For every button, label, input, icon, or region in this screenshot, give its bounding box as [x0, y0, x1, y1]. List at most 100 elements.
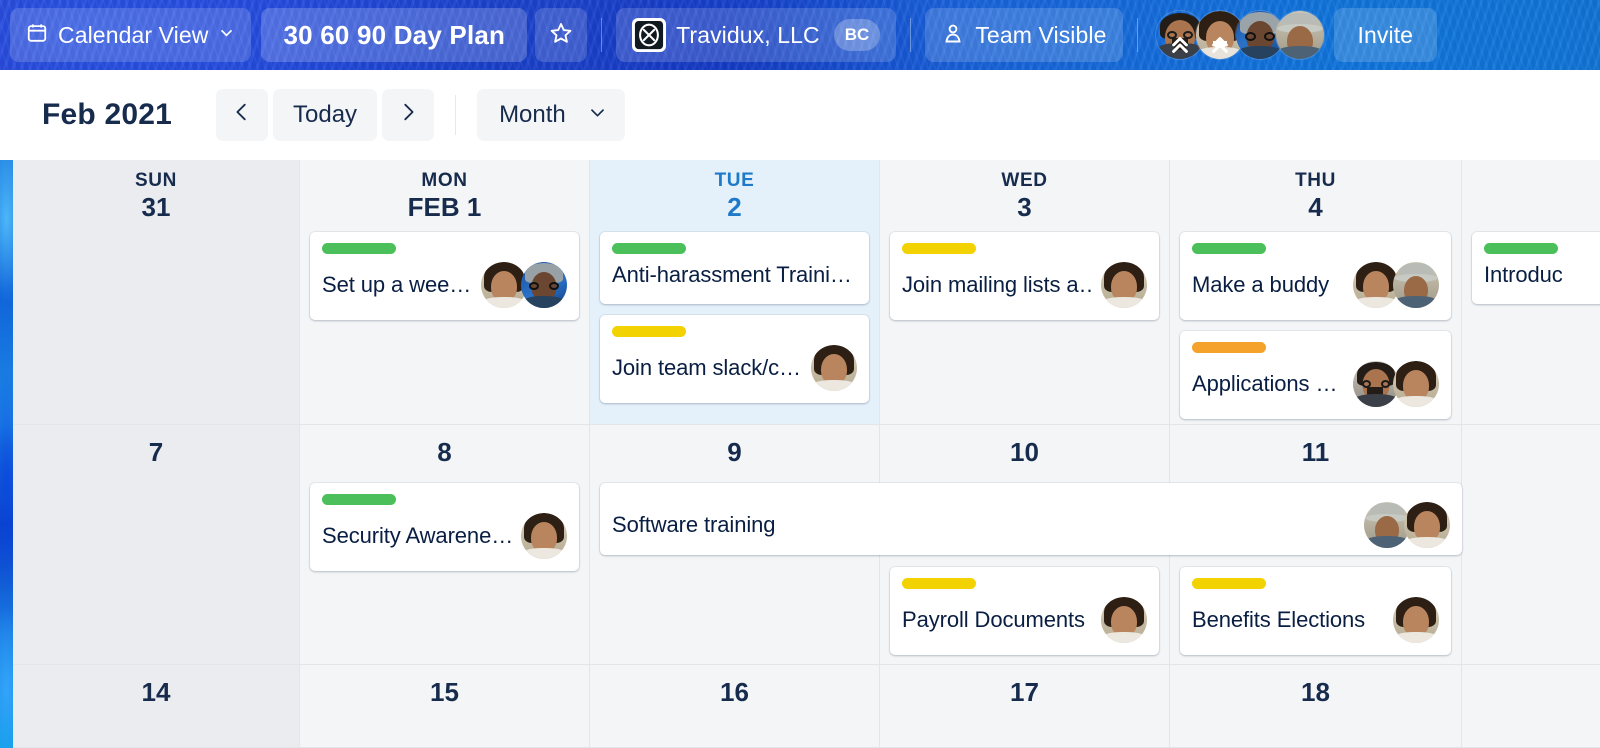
next-period-button[interactable]: [382, 89, 435, 141]
day-cell-mon-1[interactable]: MON FEB 1 Set up a wee…: [300, 160, 590, 424]
event-card-span[interactable]: Software training: [600, 483, 1462, 555]
day-number: 3: [1017, 192, 1032, 223]
event-card[interactable]: Payroll Documents: [890, 567, 1159, 655]
event-card[interactable]: Introduc: [1472, 232, 1600, 304]
event-label-tag: [1192, 243, 1266, 254]
event-card[interactable]: Anti-harassment Traini…: [600, 232, 869, 304]
avatar[interactable]: [1275, 11, 1324, 59]
day-cell-7[interactable]: 7: [13, 425, 300, 664]
day-number: 17: [1010, 677, 1039, 707]
calendar-icon: [26, 22, 48, 49]
day-header: TUE 2: [590, 170, 879, 222]
day-cell-18[interactable]: 18: [1170, 665, 1462, 747]
toolbar-divider: [455, 95, 457, 135]
view-scale-select[interactable]: Month: [477, 89, 625, 141]
calendar-toolbar: Feb 2021 Today Month: [0, 70, 1600, 160]
day-cell-fri-5[interactable]: Introduc: [1462, 160, 1600, 424]
event-members: [1353, 262, 1439, 308]
avatar: [1393, 597, 1439, 643]
event-label-tag: [902, 243, 976, 254]
calendar-week-row: 14 15 16 17 18: [13, 665, 1600, 748]
event-members: [811, 345, 857, 391]
day-cell-14[interactable]: 14: [13, 665, 300, 747]
day-number: 14: [141, 677, 171, 707]
day-number: 18: [1301, 677, 1330, 707]
event-label-tag: [1484, 243, 1558, 254]
event-members: [1353, 361, 1439, 407]
avatar: [1101, 262, 1147, 308]
event-members: [521, 513, 567, 559]
event-card[interactable]: Make a buddy: [1180, 232, 1451, 320]
day-events: Payroll Documents: [880, 567, 1169, 666]
day-number: 10: [1010, 437, 1039, 467]
day-number: 31: [141, 192, 171, 223]
chevron-left-icon: [231, 101, 253, 130]
nav-group: Today Month: [216, 89, 625, 141]
board-title[interactable]: 30 60 90 Day Plan: [261, 8, 528, 62]
day-cell-16[interactable]: 16: [590, 665, 880, 747]
event-title: Software training: [612, 512, 776, 537]
day-cell-12[interactable]: [1462, 425, 1600, 664]
prev-period-button[interactable]: [216, 89, 269, 141]
event-title: Benefits Elections: [1192, 607, 1366, 632]
calendar-grid: SUN 31 MON FEB 1 Set up a wee… TUE 2 Ant…: [13, 160, 1600, 748]
day-header: WED 3: [880, 170, 1169, 222]
avatar: [521, 262, 567, 308]
day-cell-19[interactable]: [1462, 665, 1600, 747]
event-title: Join mailing lists a…: [902, 272, 1093, 297]
day-cell-17[interactable]: 17: [880, 665, 1170, 747]
day-of-week: WED: [1001, 170, 1048, 191]
event-card[interactable]: Security Awarene…: [310, 483, 579, 571]
avatar: [1393, 262, 1439, 308]
event-card[interactable]: Applications …: [1180, 331, 1451, 419]
star-board-button[interactable]: [535, 8, 588, 62]
xy-logo-icon: [632, 18, 667, 52]
day-of-week: MON: [421, 170, 468, 191]
header-divider-2: [910, 18, 912, 52]
day-events: Anti-harassment Traini… Join team slack/…: [590, 232, 879, 414]
day-cell-15[interactable]: 15: [300, 665, 590, 747]
event-card[interactable]: Join mailing lists a…: [890, 232, 1159, 320]
invite-button[interactable]: Invite: [1333, 8, 1438, 62]
star-icon: [549, 21, 573, 50]
day-events: Introduc: [1462, 232, 1600, 315]
event-label-tag: [612, 243, 686, 254]
event-members: [1364, 502, 1450, 548]
day-cell-thu-4[interactable]: THU 4 Make a buddy Applications …: [1170, 160, 1462, 424]
people-icon: [941, 21, 965, 50]
avatar: [1404, 502, 1450, 548]
event-members: [1393, 597, 1439, 643]
calendar-view-label: Calendar View: [58, 21, 209, 48]
today-button[interactable]: Today: [273, 89, 378, 141]
event-title: Applications …: [1192, 371, 1338, 396]
day-cell-wed-3[interactable]: WED 3 Join mailing lists a…: [880, 160, 1170, 424]
calendar-view-switcher[interactable]: Calendar View: [10, 8, 252, 62]
event-title: Make a buddy: [1192, 272, 1329, 297]
avatar: [521, 513, 567, 559]
event-card[interactable]: Benefits Elections: [1180, 567, 1451, 655]
visibility-label: Team Visible: [975, 21, 1107, 48]
day-number: [1462, 675, 1600, 677]
day-cell-tue-2[interactable]: TUE 2 Anti-harassment Traini… Join team …: [590, 160, 880, 424]
day-number: 11: [1301, 437, 1330, 467]
member-avatars[interactable]: [1155, 11, 1324, 59]
event-card[interactable]: Join team slack/c…: [600, 315, 869, 403]
event-label-tag: [322, 494, 396, 505]
day-number: 8: [437, 437, 452, 467]
event-label-tag: [322, 243, 396, 254]
day-cell-sun-31[interactable]: SUN 31: [13, 160, 300, 424]
day-cell-8[interactable]: 8 Security Awarene…: [300, 425, 590, 664]
day-number: 4: [1308, 192, 1323, 223]
event-label-tag: [612, 326, 686, 337]
day-header: SUN 31: [13, 170, 299, 222]
day-of-week: TUE: [714, 170, 755, 191]
chevron-down-icon: [588, 101, 607, 129]
view-scale-value: Month: [499, 101, 566, 128]
chevron-right-icon: [397, 101, 419, 130]
workspace-button[interactable]: Travidux, LLC BC: [616, 8, 897, 62]
calendar-area: SUN 31 MON FEB 1 Set up a wee… TUE 2 Ant…: [0, 160, 1600, 748]
event-card[interactable]: Set up a wee…: [310, 232, 579, 320]
day-events: Benefits Elections: [1170, 567, 1461, 666]
header-divider-3: [1136, 18, 1138, 52]
visibility-button[interactable]: Team Visible: [925, 8, 1123, 62]
